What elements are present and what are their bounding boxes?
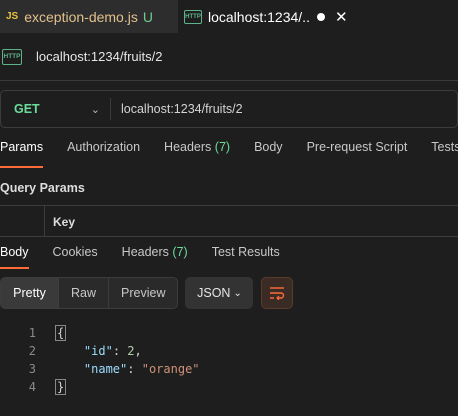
editor-tab-strip: JS exception-demo.js U HTTP localhost:12… [0, 0, 458, 33]
request-tabs: Params Authorization Headers (7) Body Pr… [0, 140, 458, 168]
tab-exception-demo[interactable]: JS exception-demo.js U [0, 0, 178, 33]
tab-title: exception-demo.js [24, 8, 138, 25]
query-params-title: Query Params [0, 181, 85, 195]
untracked-badge: U [142, 8, 153, 25]
url-input[interactable]: localhost:1234/fruits/2 [111, 102, 243, 116]
raw-button[interactable]: Raw [59, 278, 110, 308]
response-headers-count: (7) [172, 245, 188, 259]
format-select[interactable]: JSON ⌄ [185, 277, 254, 309]
headers-count: (7) [214, 140, 231, 154]
response-tabs: Body Cookies Headers (7) Test Results [0, 245, 458, 269]
code-line: 3 "name": "orange" [0, 360, 458, 378]
tab-headers-label: Headers [164, 140, 212, 154]
tab-tests[interactable]: Tests [431, 140, 458, 168]
tab-response-body[interactable]: Body [0, 245, 29, 269]
tab-title: localhost:1234/... [208, 9, 311, 25]
response-toolbar: Pretty Raw Preview JSON ⌄ [0, 277, 294, 309]
close-brace: } [55, 379, 67, 395]
json-value: 2 [127, 344, 135, 358]
open-brace: { [55, 325, 67, 341]
tab-authorization[interactable]: Authorization [67, 140, 164, 168]
line-number: 4 [28, 380, 36, 394]
query-params-table: Key [0, 205, 458, 237]
json-key: "id" [83, 344, 113, 358]
request-header: HTTP localhost:1234/fruits/2 [0, 33, 458, 81]
json-value: "orange" [141, 362, 200, 376]
key-column-header: Key [53, 215, 76, 229]
method-select[interactable]: GET ⌄ [1, 98, 111, 120]
tab-body[interactable]: Body [254, 140, 307, 168]
request-title[interactable]: localhost:1234/fruits/2 [36, 49, 162, 64]
json-key: "name" [83, 362, 128, 376]
url-bar: GET ⌄ localhost:1234/fruits/2 [0, 90, 458, 128]
http-icon: HTTP [184, 10, 202, 24]
tab-headers[interactable]: Headers (7) [164, 140, 254, 168]
tab-cookies[interactable]: Cookies [53, 245, 122, 269]
unsaved-dot-icon [317, 13, 325, 21]
code-line: 1 { [0, 324, 458, 342]
tab-response-headers-label: Headers [121, 245, 169, 259]
line-number: 1 [28, 326, 36, 340]
column-divider [44, 206, 45, 237]
view-mode-segmented-control: Pretty Raw Preview [0, 277, 179, 309]
line-number: 3 [28, 362, 36, 376]
javascript-icon: JS [6, 11, 19, 22]
wrap-lines-icon [270, 287, 285, 300]
close-icon[interactable]: ✕ [335, 8, 348, 26]
code-line: 2 "id": 2, [0, 342, 458, 360]
chevron-down-icon: ⌄ [233, 287, 242, 299]
pretty-button[interactable]: Pretty [1, 278, 59, 308]
http-icon: HTTP [2, 48, 22, 65]
wrap-lines-button[interactable] [261, 277, 294, 309]
tab-localhost-request[interactable]: HTTP localhost:1234/... ✕ [178, 0, 458, 33]
tab-test-results[interactable]: Test Results [212, 245, 304, 269]
method-label: GET [14, 102, 40, 116]
response-body-code[interactable]: 1 { 2 "id": 2, 3 "name": "orange" 4 } [0, 324, 458, 396]
format-label: JSON [197, 286, 231, 300]
preview-button[interactable]: Preview [109, 278, 177, 308]
tab-response-headers[interactable]: Headers (7) [122, 245, 212, 269]
code-line: 4 } [0, 378, 458, 396]
tab-pre-request-script[interactable]: Pre-request Script [307, 140, 432, 168]
line-number: 2 [28, 344, 36, 358]
tab-params[interactable]: Params [0, 140, 44, 168]
chevron-down-icon: ⌄ [90, 103, 100, 116]
